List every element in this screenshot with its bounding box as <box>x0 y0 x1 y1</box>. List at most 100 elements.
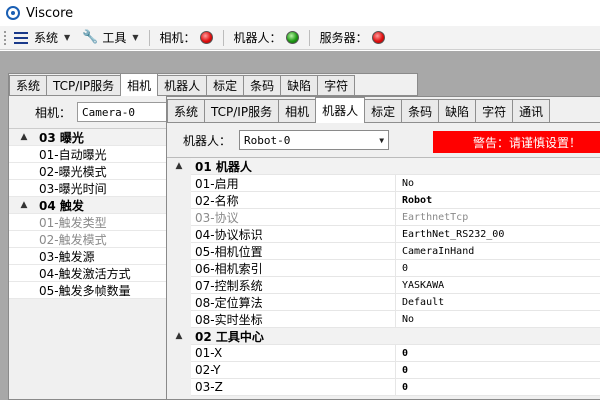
property-value[interactable]: 0 <box>396 263 408 274</box>
tab-calibration[interactable]: 标定 <box>364 99 403 122</box>
collapse-triangle-icon[interactable]: ▲ <box>167 157 191 175</box>
tab-system[interactable]: 系统 <box>167 99 206 122</box>
row-gutter <box>167 259 191 277</box>
row-gutter <box>167 208 191 226</box>
property-row[interactable]: 01-X 0 <box>167 344 600 362</box>
property-name: 03 曝光 <box>39 130 84 145</box>
camera-select-label: 相机： <box>35 105 72 120</box>
robot-select-value: Robot-0 <box>244 133 291 147</box>
property-key: 01 机器人 <box>195 159 252 174</box>
property-row[interactable]: 02-Y 0 <box>167 361 600 379</box>
tab-tcpip[interactable]: TCP/IP服务 <box>46 75 122 95</box>
tab-character[interactable]: 字符 <box>317 75 356 95</box>
tab-communication[interactable]: 通讯 <box>512 99 551 122</box>
tab-character[interactable]: 字符 <box>475 99 514 122</box>
property-row[interactable]: 07-控制系统 YASKAWA <box>167 276 600 294</box>
robot-status-label: 机器人： <box>233 31 282 45</box>
property-value[interactable]: No <box>396 314 414 325</box>
tab-robot[interactable]: 机器人 <box>315 97 366 123</box>
row-gutter <box>167 174 191 192</box>
property-group-row[interactable]: ▲ 01 机器人 <box>167 157 600 175</box>
collapse-triangle-icon[interactable]: ▲ <box>9 132 39 142</box>
property-value[interactable]: 0 <box>396 382 408 393</box>
toolbar: 系统 ▼ 🔧 工具 ▼ 相机： 机器人： 服务器： <box>0 26 600 50</box>
property-key: 03-协议 <box>191 208 396 226</box>
robot-select[interactable]: Robot-0 ▼ <box>239 130 390 150</box>
property-row[interactable]: 03-Z 0 <box>167 378 600 396</box>
chevron-down-icon: ▼ <box>64 33 71 42</box>
camera-status: 相机： <box>154 26 219 50</box>
property-key: 07-控制系统 <box>191 276 396 294</box>
tab-camera[interactable]: 相机 <box>120 73 159 96</box>
app-logo-icon <box>6 6 20 20</box>
property-key: 06-相机索引 <box>191 259 396 277</box>
server-status: 服务器： <box>314 26 391 50</box>
property-name: 04-触发激活方式 <box>39 266 131 281</box>
property-value[interactable]: 0 <box>396 365 408 376</box>
system-menu-label: 系统 <box>34 31 59 45</box>
robot-select-label: 机器人： <box>183 133 232 148</box>
property-row[interactable]: 04-协议标识 EarthNet_RS232_00 <box>167 225 600 243</box>
chevron-down-icon: ▼ <box>132 33 139 42</box>
property-key: 05-相机位置 <box>191 242 396 260</box>
property-value[interactable]: CameraInHand <box>396 246 474 257</box>
property-value[interactable]: Robot <box>396 195 432 206</box>
property-row[interactable]: 08-定位算法 Default <box>167 293 600 311</box>
back-tab-bar: 系统 TCP/IP服务 相机 机器人 标定 条码 缺陷 字符 <box>9 73 417 96</box>
title-bar: Viscore <box>0 0 600 26</box>
property-name: 02-曝光模式 <box>39 164 107 179</box>
row-gutter <box>167 361 191 379</box>
toolbar-separator <box>222 29 224 46</box>
property-value[interactable]: EarthNet_RS232_00 <box>396 229 504 240</box>
property-row[interactable]: 01-启用 No <box>167 174 600 192</box>
server-status-led-icon <box>371 31 385 44</box>
tab-robot[interactable]: 机器人 <box>157 75 208 95</box>
chevron-down-icon: ▼ <box>379 135 385 145</box>
property-row[interactable]: 05-相机位置 CameraInHand <box>167 242 600 260</box>
property-key: 02 工具中心 <box>195 329 264 344</box>
robot-status-led-icon <box>285 31 299 44</box>
property-value[interactable]: Default <box>396 297 444 308</box>
tab-tcpip[interactable]: TCP/IP服务 <box>204 99 280 122</box>
tools-menu-label: 工具 <box>102 31 127 45</box>
property-group-row[interactable]: ▲ 02 工具中心 <box>167 327 600 345</box>
property-value[interactable]: YASKAWA <box>396 280 444 291</box>
camera-status-label: 相机： <box>159 31 196 45</box>
row-gutter <box>167 310 191 328</box>
property-value: EarthnetTcp <box>402 211 469 223</box>
collapse-triangle-icon[interactable]: ▲ <box>167 327 191 345</box>
robot-property-grid: ▲ 01 机器人 01-启用 No 02-名称 Robot 03-协议 EarthnetTcp… <box>167 157 600 396</box>
toolbar-separator <box>148 29 150 46</box>
property-name: 01-自动曝光 <box>39 147 107 162</box>
property-key: 03-Z <box>191 378 396 396</box>
property-key: 01-启用 <box>191 174 396 192</box>
property-key: 02-名称 <box>191 191 396 209</box>
property-value[interactable]: No <box>396 178 414 189</box>
tab-defect[interactable]: 缺陷 <box>280 75 319 95</box>
tab-system[interactable]: 系统 <box>9 75 48 95</box>
property-row[interactable]: 08-实时坐标 No <box>167 310 600 328</box>
wrench-icon: 🔧 <box>82 30 99 45</box>
window-title: Viscore <box>26 5 74 21</box>
property-key: 04-协议标识 <box>191 225 396 243</box>
menu-list-icon <box>14 31 28 44</box>
property-name: 02-触发模式 <box>39 232 107 247</box>
system-menu-button[interactable]: 系统 ▼ <box>8 26 76 50</box>
tab-barcode[interactable]: 条码 <box>401 99 440 122</box>
tools-menu-button[interactable]: 🔧 工具 ▼ <box>76 26 144 50</box>
property-value[interactable]: 0 <box>396 348 408 359</box>
tab-camera[interactable]: 相机 <box>278 99 317 122</box>
property-row[interactable]: 02-名称 Robot <box>167 191 600 209</box>
property-row[interactable]: 06-相机索引 0 <box>167 259 600 277</box>
row-gutter <box>167 293 191 311</box>
property-name: 03-曝光时间 <box>39 181 107 196</box>
row-gutter <box>167 276 191 294</box>
tab-barcode[interactable]: 条码 <box>243 75 282 95</box>
collapse-triangle-icon[interactable]: ▲ <box>9 200 39 210</box>
robot-status: 机器人： <box>228 26 305 50</box>
tab-calibration[interactable]: 标定 <box>206 75 245 95</box>
tab-defect[interactable]: 缺陷 <box>438 99 477 122</box>
property-row[interactable]: 03-协议 EarthnetTcp <box>167 208 600 226</box>
row-gutter <box>167 191 191 209</box>
robot-settings-panel: 系统 TCP/IP服务 相机 机器人 标定 条码 缺陷 字符 通讯 机器人： R… <box>166 96 600 400</box>
